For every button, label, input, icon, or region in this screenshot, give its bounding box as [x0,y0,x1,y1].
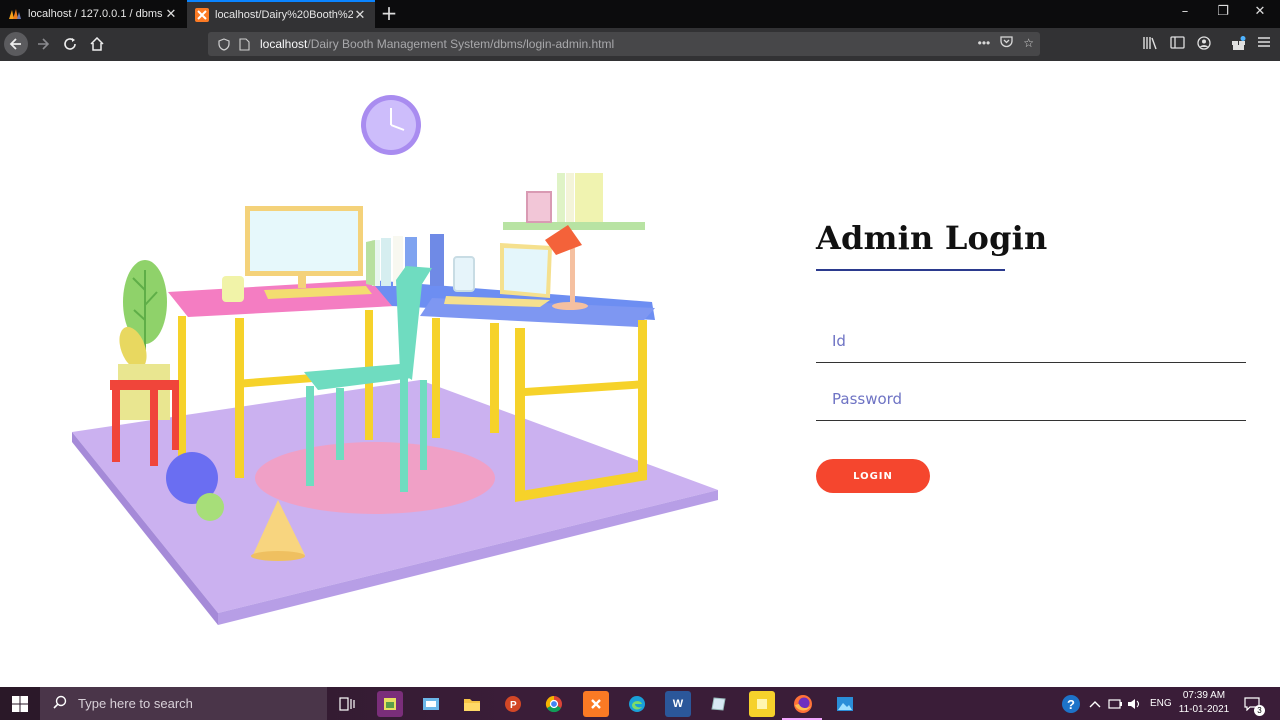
windows-taskbar: Type here to search P W ? ENG 07:39 AM 1… [0,687,1280,720]
menu-hamburger-icon[interactable] [1255,36,1273,54]
clock-date: 11-01-2021 [1178,704,1230,715]
reload-icon [64,38,76,50]
url-path: /Dairy Booth Management System/dbms/logi… [307,37,615,51]
browser-tab[interactable]: localhost / 127.0.0.1 / dbms | ph ✕ [0,0,186,28]
firefox-icon[interactable] [790,691,816,717]
language-indicator[interactable]: ENG [1150,687,1172,720]
title-underline [816,269,1005,271]
powerpoint-icon[interactable]: P [500,691,526,717]
arrow-left-icon [9,38,21,50]
close-tab-icon[interactable]: ✕ [164,6,178,22]
start-button[interactable] [0,687,40,720]
search-placeholder: Type here to search [78,696,193,711]
sticky-notes-icon[interactable] [749,691,775,717]
app-icon[interactable] [377,691,403,717]
close-tab-icon[interactable]: ✕ [353,7,367,23]
url-host: localhost [260,37,308,51]
photos-icon[interactable] [832,691,858,717]
close-window-icon[interactable]: ✕ [1250,4,1270,19]
phpmyadmin-icon [9,9,21,19]
app-icon[interactable] [418,691,444,717]
taskbar-search[interactable]: Type here to search [40,687,327,720]
taskbar-clock[interactable]: 07:39 AM 11-01-2021 [1172,689,1236,717]
pocket-icon[interactable] [1000,36,1013,51]
restore-icon[interactable]: ❐ [1213,4,1233,19]
word-icon[interactable]: W [665,691,691,717]
xampp-icon[interactable] [583,691,609,717]
wall-clock-icon [361,95,421,155]
shield-icon[interactable] [216,36,232,52]
clock-time: 07:39 AM [1182,690,1226,701]
search-icon [52,695,68,712]
forward-button[interactable] [31,32,55,56]
id-input[interactable] [816,319,1246,363]
desk-workspace-illustration [72,95,718,625]
password-input[interactable] [816,377,1246,421]
svg-text:P: P [510,700,517,711]
library-icon[interactable] [1141,36,1159,54]
help-icon[interactable]: ? [1061,687,1081,720]
arrow-right-icon [38,38,50,50]
reload-button[interactable] [58,32,82,56]
page-title: Admin Login [816,219,1048,257]
page-actions-icon[interactable]: ••• [978,36,991,51]
home-icon [90,37,104,51]
account-icon[interactable] [1195,36,1213,54]
file-explorer-icon[interactable] [459,691,485,717]
back-button[interactable] [4,32,28,56]
tab-title: localhost / 127.0.0.1 / dbms | ph [28,8,164,20]
volume-icon[interactable] [1127,687,1141,720]
edge-icon[interactable] [624,691,650,717]
chrome-icon[interactable] [541,691,567,717]
battery-icon[interactable] [1108,687,1122,720]
extensions-icon[interactable] [1229,36,1247,54]
app-icon[interactable] [706,691,732,717]
xampp-icon [195,8,209,22]
bookmark-star-icon[interactable]: ☆ [1023,36,1034,51]
page-info-icon[interactable] [236,36,252,52]
address-bar[interactable]: localhost/Dairy Booth Management System/… [208,32,1040,56]
browser-nav-bar: localhost/Dairy Booth Management System/… [0,28,1280,61]
minimize-icon[interactable]: – [1175,4,1195,19]
task-view-icon[interactable] [334,691,360,717]
sidebar-icon[interactable] [1168,36,1186,54]
browser-tab-active[interactable]: localhost/Dairy%20Booth%20Ma ✕ [187,0,375,28]
new-tab-button[interactable]: + [380,3,398,23]
browser-tab-bar: localhost / 127.0.0.1 / dbms | ph ✕ loca… [0,0,1280,28]
notification-badge: 3 [1254,705,1265,716]
show-hidden-icons-chevron-up-icon[interactable] [1089,687,1101,720]
svg-text:?: ? [1067,697,1075,712]
login-button[interactable]: LOGIN [816,459,930,493]
tab-title: localhost/Dairy%20Booth%20Ma [215,9,353,21]
notifications-button[interactable]: 3 [1244,687,1265,720]
home-button[interactable] [85,32,109,56]
windows-logo-icon [12,695,28,712]
